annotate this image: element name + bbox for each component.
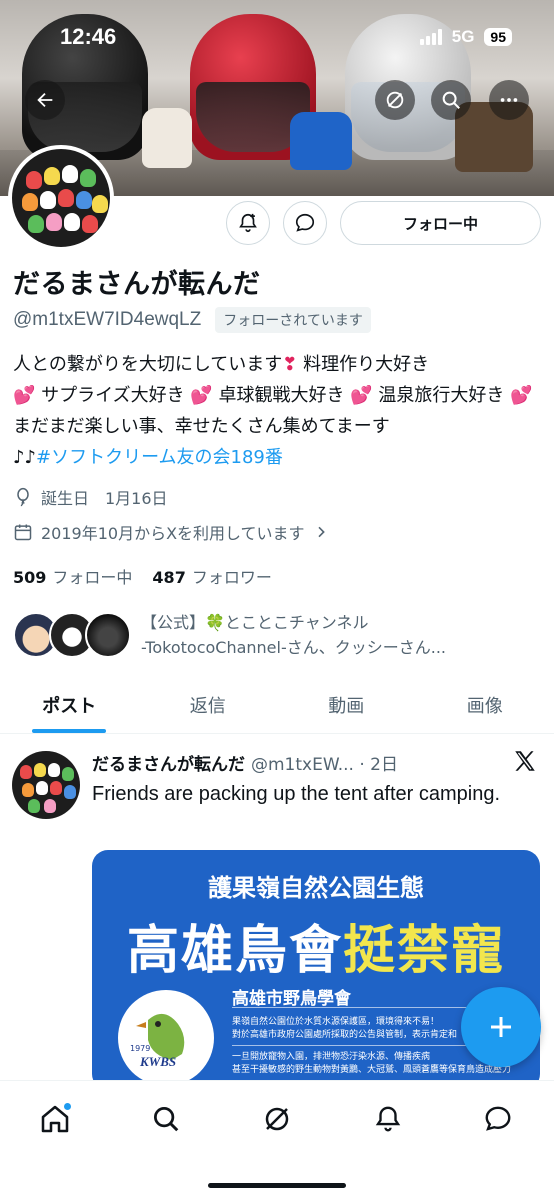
bell-plus-icon <box>239 213 257 233</box>
arrow-left-icon <box>37 92 53 108</box>
post-header: だるまさんが転んだ @m1txEW... · 2日 <box>92 750 398 775</box>
x-logo-icon[interactable] <box>512 748 538 774</box>
signal-icon <box>419 29 442 45</box>
bio-hashtag-link[interactable]: #ソフトクリーム友の会189番 <box>36 447 283 468</box>
grok-icon <box>265 1107 289 1131</box>
status-bar: 12:46 5G 95 <box>0 0 554 72</box>
media-org: 高雄市野鳥學會 <box>232 989 351 1009</box>
profile-avatar[interactable] <box>8 145 114 251</box>
more-button[interactable] <box>489 80 529 120</box>
bio-heart-exclamation: ❣ <box>282 354 298 375</box>
tab-posts[interactable]: ポスト <box>0 676 139 733</box>
followed-by-line-2: -TokotocoChannel-さん、クッシーさん... <box>141 638 447 657</box>
followed-by-row[interactable]: 【公式】🍀とことこチャンネル -TokotocoChannel-さん、クッシーさ… <box>13 610 446 660</box>
media-headline: 高雄鳥會挺禁寵 <box>92 908 540 983</box>
following-label: フォロー中 <box>52 568 133 587</box>
bio-text-3: サプライズ大好き <box>35 385 185 406</box>
tab-replies[interactable]: 返信 <box>139 676 278 733</box>
followed-by-line-1: 【公式】🍀とことこチャンネル <box>141 613 369 632</box>
tab-media[interactable]: 画像 <box>416 676 554 733</box>
following-button[interactable]: フォロー中 <box>340 201 541 245</box>
nav-search[interactable] <box>146 1099 186 1139</box>
post-avatar[interactable] <box>12 751 80 819</box>
profile-bio: 人との繋がりを大切にしています❣ 料理作り大好き 💕 サプライズ大好き 💕 卓球… <box>13 349 543 473</box>
profile-display-name: だるまさんが転んだ <box>13 269 261 300</box>
chevron-right-icon <box>317 526 325 538</box>
calendar-icon <box>14 524 32 541</box>
kwbs-logo <box>118 990 214 1086</box>
followers-count: 487 <box>152 568 186 587</box>
plus-icon <box>491 1017 511 1037</box>
home-indicator <box>208 1183 346 1188</box>
search-icon <box>154 1107 179 1132</box>
search-button[interactable] <box>431 80 471 120</box>
bio-music-notes: ♪♪ <box>13 447 36 468</box>
bio-sparkling-heart: 💕 <box>510 385 533 406</box>
nav-notifications[interactable] <box>368 1099 408 1139</box>
follow-counts: 509 フォロー中 487 フォロワー <box>13 564 272 588</box>
back-button[interactable] <box>25 80 65 120</box>
birthday-row: 誕生日 1月16日 <box>13 485 168 509</box>
grok-icon <box>386 91 404 109</box>
status-time: 12:46 <box>60 24 117 49</box>
bio-text-2: 料理作り大好き <box>297 354 430 375</box>
tab-videos[interactable]: 動画 <box>277 676 416 733</box>
bio-sparkling-heart: 💕 <box>350 385 373 406</box>
followers-count-link[interactable]: 487 フォロワー <box>152 564 271 588</box>
grok-button[interactable] <box>375 80 415 120</box>
notifications-icon <box>375 1106 401 1132</box>
post-handle-time: @m1txEW... · 2日 <box>251 755 398 775</box>
home-notification-dot <box>64 1103 71 1110</box>
profile-tabs: ポスト 返信 動画 画像 <box>0 676 554 734</box>
post-text: Friends are packing up the tent after ca… <box>92 783 501 805</box>
network-label: 5G <box>451 27 475 46</box>
profile-handle: @m1txEW7ID4ewqLZ <box>13 309 202 330</box>
banner-glove-blue <box>290 112 352 170</box>
media-title: 護果嶺自然公園生態 <box>208 874 424 902</box>
media-headline-white: 高雄鳥會 <box>126 921 343 981</box>
kwbs-logo-year: 1979 <box>130 1044 151 1053</box>
joined-text: 2019年10月からXを利用しています <box>41 524 305 543</box>
handle-row: @m1txEW7ID4ewqLZ フォローされています <box>13 307 371 333</box>
more-icon <box>500 98 518 102</box>
messages-icon <box>485 1106 511 1131</box>
nav-grok[interactable] <box>257 1099 297 1139</box>
message-bubble-icon <box>295 213 315 232</box>
notify-button[interactable] <box>226 201 270 245</box>
media-body-4: 甚至干擾敏感的野生動物對黃鸝、大冠鷲、鳳頭蒼鷹等保育鳥造成壓力 <box>232 1065 512 1075</box>
bio-text-6: まだまだ楽しい事、幸せたくさん集めてまーす <box>13 416 390 437</box>
post-author-name[interactable]: だるまさんが転んだ <box>92 750 245 775</box>
bio-text-1: 人との繋がりを大切にしています <box>13 354 283 375</box>
compose-button[interactable] <box>461 987 541 1067</box>
bio-text-4: 卓球観戦大好き <box>212 385 345 406</box>
nav-messages[interactable] <box>478 1099 518 1139</box>
birthday-text: 誕生日 1月16日 <box>41 489 168 508</box>
bio-sparkling-heart: 💕 <box>13 385 36 406</box>
bio-text-5: 温泉旅行大好き <box>372 385 505 406</box>
follower-avatar-3 <box>85 612 131 658</box>
bio-sparkling-heart: 💕 <box>190 385 213 406</box>
bottom-nav <box>0 1080 554 1199</box>
media-headline-yellow: 挺禁寵 <box>343 921 506 981</box>
following-count-link[interactable]: 509 フォロー中 <box>13 564 132 588</box>
message-button[interactable] <box>283 201 327 245</box>
nav-home[interactable] <box>35 1099 75 1139</box>
search-icon <box>442 91 460 109</box>
balloon-icon <box>17 487 29 507</box>
battery-indicator: 95 <box>484 28 512 46</box>
following-count: 509 <box>13 568 47 587</box>
followers-label: フォロワー <box>191 568 272 587</box>
kwbs-logo-text: KWBS <box>140 1054 177 1069</box>
joined-row[interactable]: 2019年10月からXを利用しています <box>13 520 329 544</box>
follows-you-badge: フォローされています <box>215 307 371 333</box>
banner-glove-white <box>142 108 192 168</box>
